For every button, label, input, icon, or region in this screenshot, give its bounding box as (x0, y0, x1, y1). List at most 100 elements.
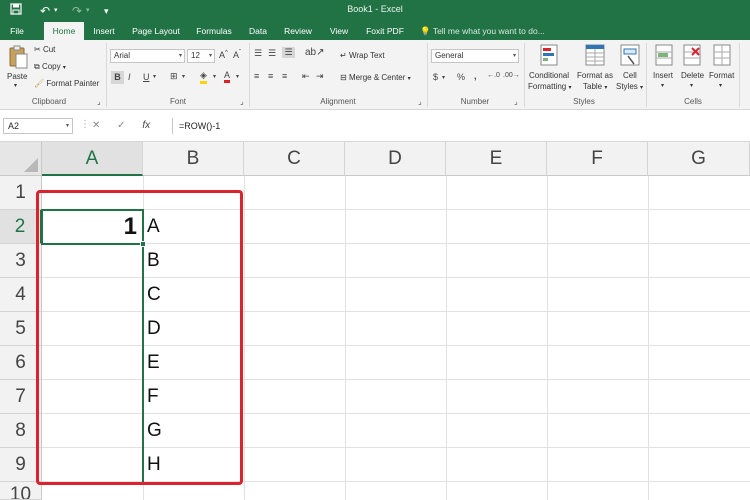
column-header-e[interactable]: E (446, 142, 547, 176)
font-color-dropdown-icon[interactable]: ▾ (236, 73, 239, 80)
align-center-icon[interactable]: ≡ (268, 71, 273, 81)
format-cells-icon[interactable] (713, 44, 731, 68)
borders-icon[interactable]: ⊞ (170, 71, 178, 82)
column-header-b[interactable]: B (143, 142, 244, 176)
underline-button[interactable]: U (143, 72, 150, 82)
increase-indent-icon[interactable]: ⇥ (316, 71, 324, 82)
borders-dropdown-icon[interactable]: ▾ (182, 73, 185, 80)
title-bar: ↶ ▾ ↷ ▾ ▾ Book1 - Excel (0, 0, 750, 22)
font-size-select[interactable]: 12 ▾ (187, 49, 215, 63)
select-all-triangle-icon (24, 158, 38, 172)
copy-button[interactable]: ⧉ Copy ▾ (34, 62, 66, 72)
align-top-icon[interactable]: ☰ (254, 48, 262, 59)
column-header-f[interactable]: F (547, 142, 648, 176)
align-right-icon[interactable]: ≡ (282, 71, 287, 81)
paste-dropdown-icon[interactable]: ▾ (14, 82, 17, 89)
alignment-launcher-icon[interactable]: ⌟ (418, 97, 422, 106)
bold-button[interactable]: B (111, 71, 124, 84)
cancel-icon[interactable]: ✕ (92, 120, 100, 131)
insert-button[interactable]: Insert (653, 71, 673, 80)
delete-dropdown-icon[interactable]: ▾ (690, 82, 693, 89)
paste-button[interactable]: Paste (7, 72, 27, 81)
clipboard-group-label: Clipboard (31, 97, 67, 106)
fill-color-dropdown-icon[interactable]: ▾ (213, 73, 216, 80)
enter-icon[interactable]: ✓ (117, 120, 125, 131)
merge-center-label: Merge & Center (348, 73, 406, 82)
tab-page-layout[interactable]: Page Layout (128, 22, 184, 40)
italic-button[interactable]: I (128, 72, 131, 82)
tab-data[interactable]: Data (244, 22, 272, 40)
column-header-a[interactable]: A (42, 142, 143, 176)
cell-styles-sublabel[interactable]: Styles ▾ (616, 82, 643, 91)
tab-review[interactable]: Review (280, 22, 316, 40)
conditional-formatting-sublabel[interactable]: Formatting ▾ (528, 82, 571, 91)
cell-styles-icon[interactable] (620, 44, 640, 68)
cell-styles-label[interactable]: Cell (623, 71, 637, 80)
wrap-text-icon: ↵ (340, 51, 347, 60)
tab-insert[interactable]: Insert (88, 22, 120, 40)
font-launcher-icon[interactable]: ⌟ (240, 97, 244, 106)
select-all-button[interactable] (0, 142, 42, 176)
name-box-value: A2 (8, 121, 20, 131)
format-as-table-sublabel[interactable]: Table ▾ (583, 82, 607, 91)
merge-center-button[interactable]: ⊟ Merge & Center ▾ (340, 73, 411, 82)
orientation-icon[interactable]: ab↗ (305, 47, 325, 58)
align-left-icon[interactable]: ≡ (254, 71, 259, 81)
align-middle-icon[interactable]: ☰ (268, 48, 276, 59)
gridline (648, 176, 649, 500)
column-header-d[interactable]: D (345, 142, 446, 176)
underline-dropdown-icon[interactable]: ▾ (153, 73, 156, 80)
insert-function-icon[interactable]: fx (142, 120, 150, 131)
percent-button[interactable]: % (457, 72, 465, 82)
formula-bar-buttons: ✕ ✓ fx (92, 118, 150, 134)
tell-me-search[interactable]: 💡 Tell me what you want to do... (420, 22, 545, 40)
format-dropdown-icon[interactable]: ▾ (719, 82, 722, 89)
conditional-formatting-label[interactable]: Conditional (529, 71, 569, 80)
decrease-font-icon[interactable]: Aˇ (233, 50, 241, 60)
gridline (345, 176, 346, 500)
format-as-table-icon[interactable] (585, 44, 605, 68)
column-header-g[interactable]: G (648, 142, 750, 176)
currency-button[interactable]: $ (433, 72, 438, 82)
number-group-label: Number (460, 97, 490, 106)
window-title: Book1 - Excel (347, 4, 403, 14)
font-name-select[interactable]: Arial ▾ (110, 49, 185, 63)
increase-decimal-icon[interactable]: ←.0 (487, 72, 500, 79)
fill-color-icon[interactable]: ◈ (200, 70, 207, 84)
column-header-c[interactable]: C (244, 142, 345, 176)
wrap-text-button[interactable]: ↵ Wrap Text (340, 51, 385, 60)
merge-icon: ⊟ (340, 73, 347, 82)
increase-font-icon[interactable]: A^ (219, 50, 228, 60)
tab-foxit-pdf[interactable]: Foxit PDF (362, 22, 408, 40)
number-launcher-icon[interactable]: ⌟ (514, 97, 518, 106)
insert-cells-icon[interactable] (655, 44, 673, 68)
font-color-icon[interactable]: A (224, 70, 231, 83)
tab-home[interactable]: Home (44, 22, 84, 40)
tab-formulas[interactable]: Formulas (192, 22, 236, 40)
format-as-table-label[interactable]: Format as (577, 71, 613, 80)
conditional-formatting-icon[interactable] (540, 44, 558, 68)
decrease-decimal-icon[interactable]: .00→ (503, 72, 520, 79)
row-header-10[interactable]: 10 (0, 482, 42, 500)
highlight-box (36, 190, 243, 485)
formula-bar-grip-icon: ⋮ (80, 119, 90, 130)
tab-view[interactable]: View (324, 22, 354, 40)
format-painter-button[interactable]: 🖌 Format Painter (34, 79, 99, 88)
paste-icon[interactable] (8, 44, 28, 72)
delete-button[interactable]: Delete (681, 71, 704, 80)
number-format-select[interactable]: General ▾ (431, 49, 519, 63)
name-box[interactable]: A2 ▾ (3, 118, 73, 134)
divider (106, 43, 107, 107)
comma-button[interactable]: , (474, 71, 477, 81)
insert-dropdown-icon[interactable]: ▾ (661, 82, 664, 89)
align-bottom-icon[interactable]: ☰ (282, 47, 295, 58)
name-box-dropdown-icon[interactable]: ▾ (66, 119, 69, 133)
currency-dropdown-icon[interactable]: ▾ (442, 74, 445, 81)
cut-button[interactable]: ✂ Cut (34, 45, 55, 54)
clipboard-launcher-icon[interactable]: ⌟ (97, 97, 101, 106)
decrease-indent-icon[interactable]: ⇤ (302, 71, 310, 82)
formula-input[interactable]: =ROW()-1 (172, 118, 742, 134)
tab-file[interactable]: File (4, 22, 30, 40)
format-button[interactable]: Format (709, 71, 734, 80)
delete-cells-icon[interactable] (683, 44, 701, 68)
